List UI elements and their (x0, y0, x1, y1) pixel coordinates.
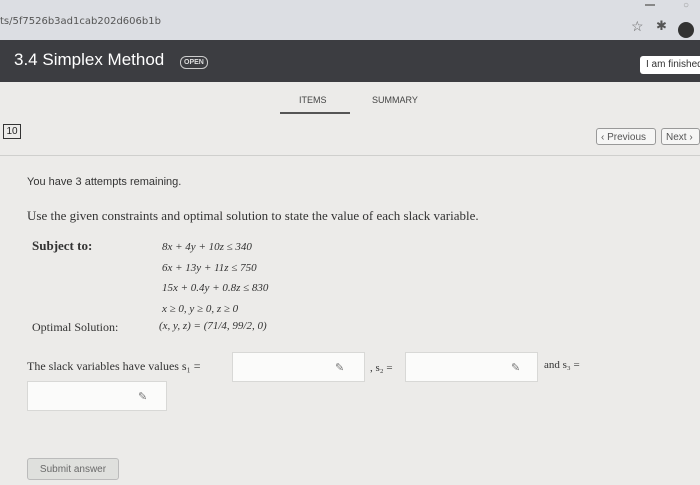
question-instructions: Use the given constraints and optimal so… (27, 208, 479, 223)
avatar[interactable] (678, 22, 694, 38)
tab-summary[interactable]: SUMMARY (372, 95, 418, 105)
close-icon[interactable]: ○ (683, 0, 689, 11)
s2-input[interactable]: ✎ (405, 352, 538, 382)
pencil-icon[interactable]: ✎ (511, 361, 520, 374)
chevron-left-icon: ‹ (601, 132, 605, 143)
page-title: 3.4 Simplex Method (14, 50, 165, 69)
star-icon[interactable]: ☆ (631, 18, 644, 35)
address-bar[interactable]: ts/5f7526b3ad1cab202d606b1b (0, 16, 161, 27)
question-number: 10 (3, 124, 21, 139)
pencil-icon[interactable]: ✎ (335, 361, 344, 374)
status-badge: OPEN (180, 56, 208, 69)
finished-button[interactable]: I am finished (640, 56, 700, 74)
s3-input[interactable]: ✎ (27, 381, 167, 411)
pencil-icon[interactable]: ✎ (138, 390, 147, 403)
active-tab-indicator (280, 112, 350, 114)
s3-label: and s₃ = (544, 359, 580, 371)
subject-label: Subject to: (32, 238, 93, 253)
constraint-3: 15x + 0.4y + 0.8z ≤ 830 (162, 282, 269, 294)
chevron-right-icon: › (689, 132, 693, 143)
constraint-2: 6x + 13y + 11z ≤ 750 (162, 262, 257, 274)
constraint-1: 8x + 4y + 10z ≤ 340 (162, 241, 252, 253)
optimal-solution-value: (x, y, z) = (71/4, 99/2, 0) (159, 320, 267, 332)
tab-items[interactable]: ITEMS (299, 95, 327, 105)
minimize-icon[interactable] (645, 4, 655, 6)
divider (0, 155, 700, 156)
constraint-4: x ≥ 0, y ≥ 0, z ≥ 0 (162, 303, 239, 315)
previous-button[interactable]: ‹ Previous (596, 128, 656, 145)
s2-label: , s₂ = (370, 362, 393, 374)
optimal-solution-label: Optimal Solution: (32, 320, 119, 334)
submit-answer-button[interactable]: Submit answer (27, 458, 119, 480)
slack-prompt: The slack variables have values s₁ = (27, 359, 201, 373)
extension-icon[interactable]: ✱ (656, 18, 667, 34)
s1-input[interactable]: ✎ (232, 352, 365, 382)
next-button[interactable]: Next › (661, 128, 700, 145)
attempts-remaining: You have 3 attempts remaining. (27, 176, 182, 188)
